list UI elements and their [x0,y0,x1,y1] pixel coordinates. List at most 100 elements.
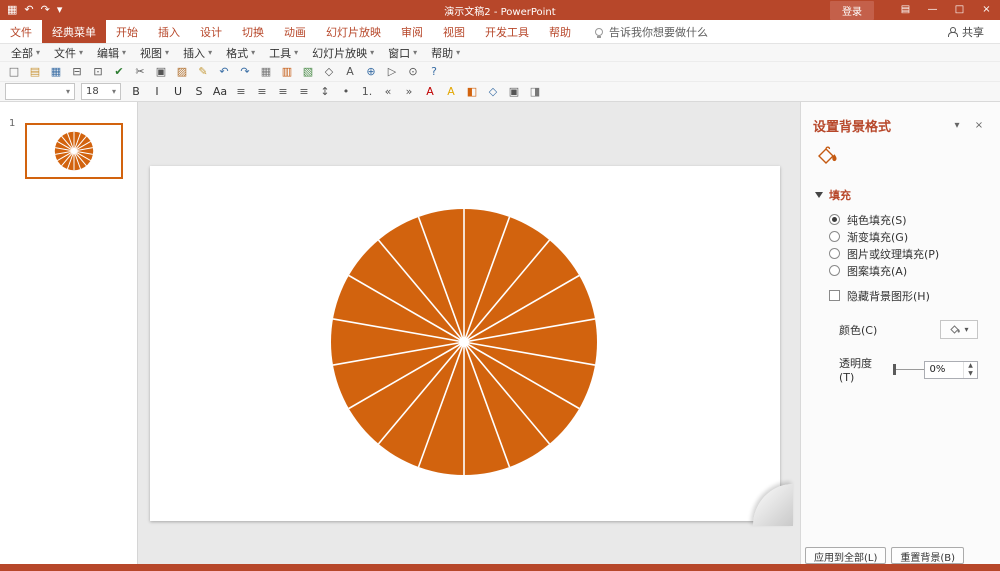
tab-view[interactable]: 视图 [433,20,475,43]
help-icon[interactable]: ? [425,63,443,80]
copy-icon[interactable]: ▣ [152,63,170,80]
tab-insert[interactable]: 插入 [148,20,190,43]
undo-icon[interactable]: ↶ [215,63,233,80]
pane-options-chevron-icon[interactable]: ▾ [948,120,966,131]
tab-classic-menu[interactable]: 经典菜单 [42,20,106,43]
align-right-icon[interactable]: ≡ [274,83,292,100]
numbering-icon[interactable]: 1. [358,83,376,100]
font-name-combo[interactable] [5,83,75,100]
cut-icon[interactable]: ✂ [131,63,149,80]
font-size-combo[interactable]: 18 [81,83,121,100]
increase-indent-icon[interactable]: » [400,83,418,100]
menu-view[interactable]: 视图 [133,44,176,61]
slide-1-thumbnail[interactable] [25,123,123,179]
fill-color-dropdown[interactable]: ▾ [940,320,978,339]
slide-surface[interactable] [150,166,780,521]
login-button[interactable]: 登录 [830,1,874,20]
format-painter-icon[interactable]: ✎ [194,63,212,80]
insert-picture-icon[interactable]: ▧ [299,63,317,80]
arrange-icon[interactable]: ▣ [505,83,523,100]
undo-icon[interactable]: ↶ [24,0,33,20]
zoom-icon[interactable]: ⊙ [404,63,422,80]
spin-down-icon[interactable]: ▼ [964,370,977,378]
option-pattern-fill[interactable]: 图案填充(A) [829,262,1000,279]
menu-tools[interactable]: 工具 [262,44,305,61]
quick-styles-icon[interactable]: ◨ [526,83,544,100]
shape-fill-icon[interactable]: ◧ [463,83,481,100]
menu-slideshow[interactable]: 幻灯片放映 [305,44,381,61]
close-icon[interactable]: × [973,0,1000,20]
redo-icon[interactable]: ↷ [41,0,50,20]
menu-all[interactable]: 全部 [4,44,47,61]
tab-developer[interactable]: 开发工具 [475,20,539,43]
option-solid-fill[interactable]: 纯色填充(S) [829,211,1000,228]
tab-home[interactable]: 开始 [106,20,148,43]
tab-design[interactable]: 设计 [190,20,232,43]
transparency-slider[interactable] [893,364,924,375]
maximize-icon[interactable]: □ [946,0,973,20]
ribbon-tab-bar: 文件经典菜单开始插入设计切换动画幻灯片放映审阅视图开发工具帮助 告诉我你想要做什… [0,20,1000,44]
line-spacing-icon[interactable]: ↕ [316,83,334,100]
tab-review[interactable]: 审阅 [391,20,433,43]
insert-table-icon[interactable]: ▦ [257,63,275,80]
text-shadow-icon[interactable]: S [190,83,208,100]
lightbulb-icon [595,28,603,36]
pane-close-icon[interactable]: × [970,120,988,131]
shape-outline-icon[interactable]: ◇ [484,83,502,100]
bullets-icon[interactable]: • [337,83,355,100]
ribbon-display-options-icon[interactable]: ▤ [892,0,919,20]
align-left-icon[interactable]: ≡ [232,83,250,100]
highlight-icon[interactable]: A [442,83,460,100]
tab-transitions[interactable]: 切换 [232,20,274,43]
decrease-indent-icon[interactable]: « [379,83,397,100]
insert-chart-icon[interactable]: ▥ [278,63,296,80]
window-controls: ▤—□× [892,0,1000,20]
tab-help[interactable]: 帮助 [539,20,581,43]
background-wheel-shape[interactable] [150,166,780,521]
menu-format[interactable]: 格式 [219,44,262,61]
print-icon[interactable]: ⊟ [68,63,86,80]
minimize-icon[interactable]: — [919,0,946,20]
font-color-icon[interactable]: A [421,83,439,100]
align-center-icon[interactable]: ≡ [253,83,271,100]
standard-toolbar: □▤▦⊟⊡✔✂▣▨✎↶↷▦▥▧◇A⊕▷⊙? [0,62,1000,82]
menu-file[interactable]: 文件 [47,44,90,61]
text-box-icon[interactable]: A [341,63,359,80]
option-gradient-fill[interactable]: 渐变填充(G) [829,228,1000,245]
menu-window[interactable]: 窗口 [381,44,424,61]
new-icon[interactable]: □ [5,63,23,80]
underline-icon[interactable]: U [169,83,187,100]
spelling-icon[interactable]: ✔ [110,63,128,80]
justify-icon[interactable]: ≡ [295,83,313,100]
hide-background-graphics-checkbox[interactable]: 隐藏背景图形(H) [801,287,1000,304]
hyperlink-icon[interactable]: ⊕ [362,63,380,80]
italic-icon[interactable]: I [148,83,166,100]
transparency-spinner[interactable]: 0% ▲ ▼ [924,361,978,379]
tell-me-box[interactable]: 告诉我你想要做什么 [595,20,708,43]
tab-slideshow[interactable]: 幻灯片放映 [316,20,391,43]
save-icon[interactable]: ▦ [7,0,17,20]
menu-edit[interactable]: 编辑 [90,44,133,61]
slide-show-icon[interactable]: ▷ [383,63,401,80]
option-picture-texture-fill[interactable]: 图片或纹理填充(P) [829,245,1000,262]
reset-background-button[interactable]: 重置背景(B) [891,547,964,564]
menu-help[interactable]: 帮助 [424,44,467,61]
format-background-pane: 设置背景格式 ▾ × 填充 纯色填充(S) 渐变填充(G) 图片或纹理填充(P)… [800,102,1000,564]
spin-up-icon[interactable]: ▲ [964,362,977,370]
bold-icon[interactable]: B [127,83,145,100]
fill-section-header[interactable]: 填充 [801,173,1000,207]
change-case-icon[interactable]: Aa [211,83,229,100]
open-icon[interactable]: ▤ [26,63,44,80]
slide-number-label: 1 [9,118,15,129]
tab-file[interactable]: 文件 [0,20,42,43]
customize-qat-icon[interactable]: ▾ [57,0,63,20]
print-preview-icon[interactable]: ⊡ [89,63,107,80]
insert-shapes-icon[interactable]: ◇ [320,63,338,80]
paste-icon[interactable]: ▨ [173,63,191,80]
apply-to-all-button[interactable]: 应用到全部(L) [805,547,886,564]
save-icon[interactable]: ▦ [47,63,65,80]
redo-icon[interactable]: ↷ [236,63,254,80]
tab-animations[interactable]: 动画 [274,20,316,43]
share-button[interactable]: 共享 [947,20,1000,43]
menu-insert[interactable]: 插入 [176,44,219,61]
